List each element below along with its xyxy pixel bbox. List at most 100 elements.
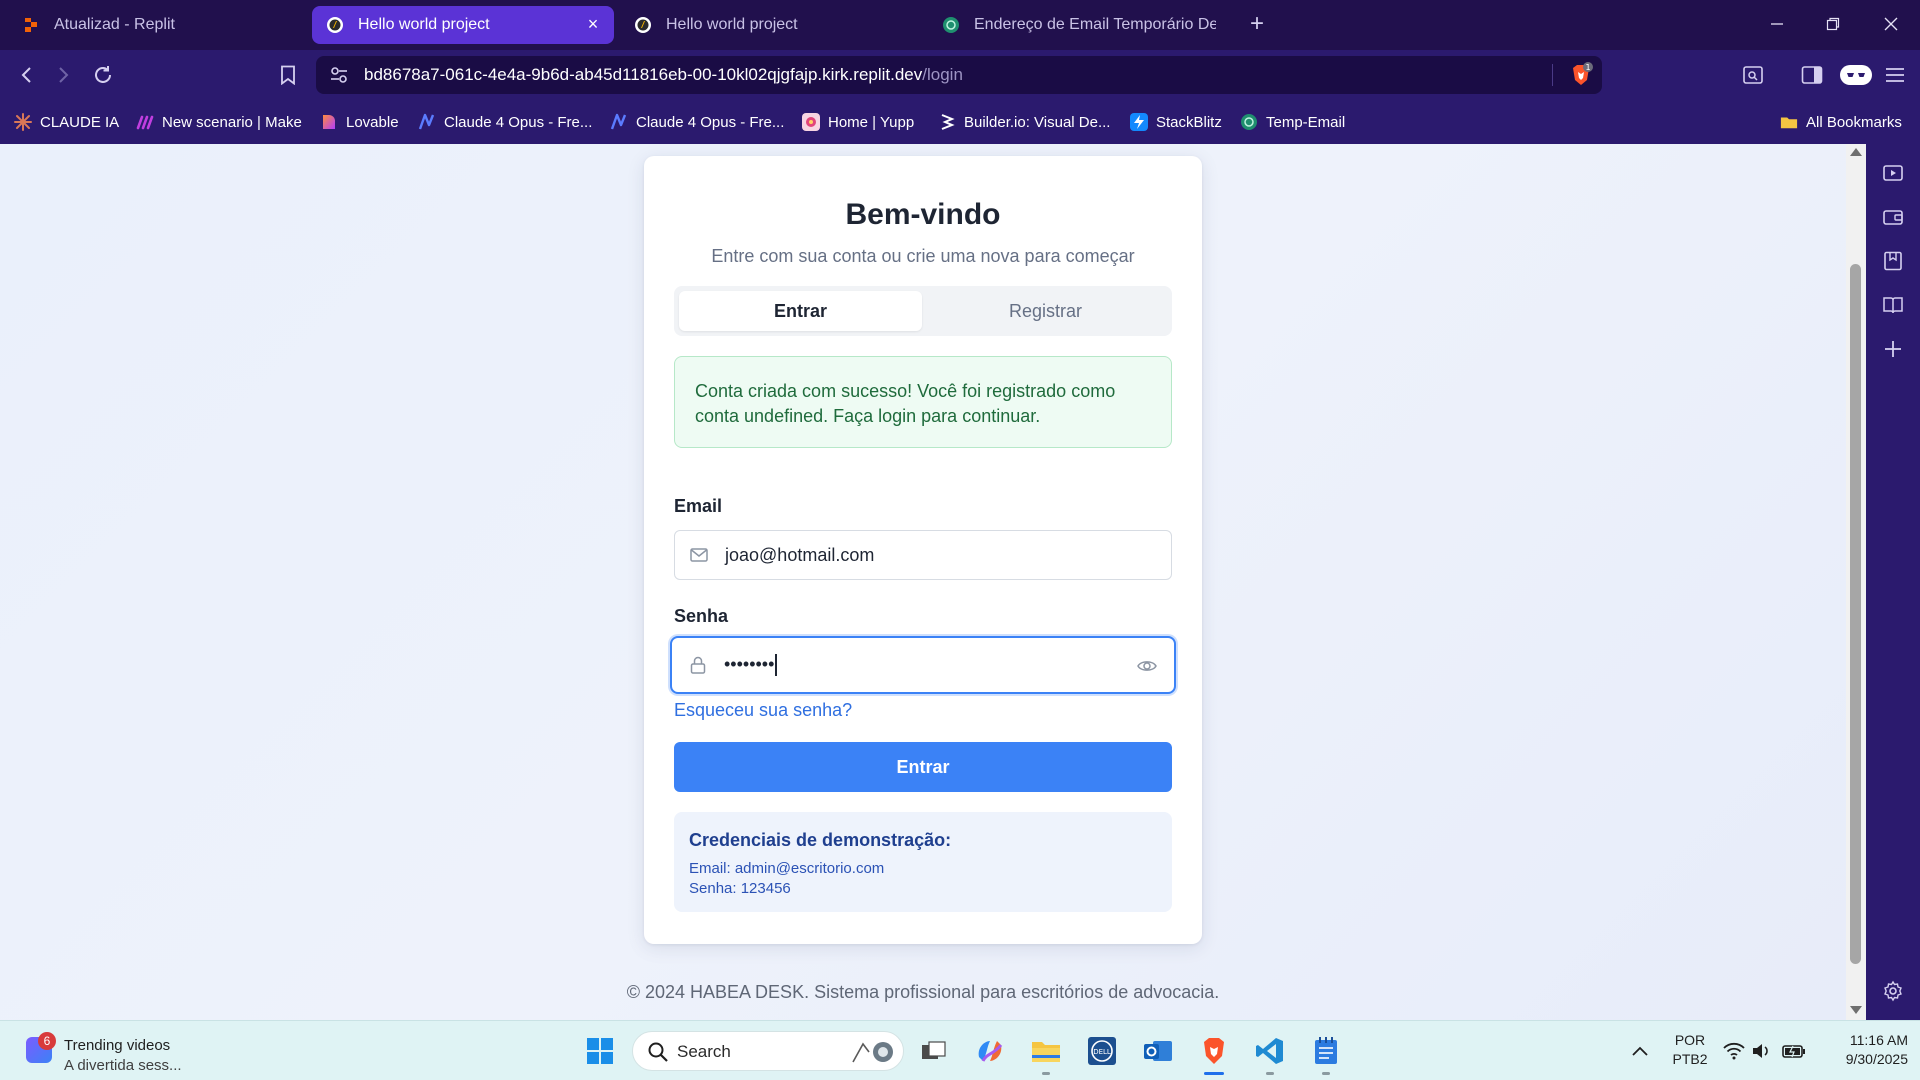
input-language[interactable]: POR PTB2 [1672,1031,1708,1069]
vscode-icon[interactable] [1254,1035,1286,1075]
n-icon [610,113,628,131]
bookmark-label: Home | Yupp [828,113,915,131]
scrollbar-thumb[interactable] [1850,264,1861,964]
windows-taskbar: 6 Trending videos A divertida sess... Se… [0,1020,1920,1080]
close-tab-icon[interactable]: × [584,15,602,33]
browser-tab-hello-world-active[interactable]: Hello world project × [312,6,614,44]
forward-icon[interactable] [48,60,78,90]
claude-icon [14,113,32,131]
copilot-icon[interactable] [974,1035,1006,1067]
page-title: Bem-vindo [845,198,1001,231]
file-explorer-icon[interactable] [1030,1035,1062,1075]
bookmark-yupp[interactable]: Home | Yupp [802,110,914,134]
bookmarks-panel-icon[interactable] [1882,250,1904,272]
bookmarks-bar: CLAUDE IA New scenario | Make Lovable Cl… [0,100,1920,144]
dell-icon[interactable]: DELL [1086,1035,1118,1067]
clock-time: 11:16 AM [1849,1032,1908,1048]
bookmark-stackblitz[interactable]: StackBlitz [1130,110,1222,134]
volume-icon[interactable] [1746,1035,1778,1067]
address-divider [1552,64,1553,86]
windows-start-icon[interactable] [586,1037,614,1065]
widgets-button[interactable]: 6 Trending videos A divertida sess... [26,1029,226,1074]
menu-icon[interactable] [1880,60,1910,90]
bookmark-claude-4-opus-2[interactable]: Claude 4 Opus - Fre... [610,110,784,134]
email-field[interactable]: joao@hotmail.com [674,530,1172,580]
bookmark-label: Lovable [346,113,399,131]
settings-gear-icon[interactable] [1882,980,1904,1002]
bookmark-label: Claude 4 Opus - Fre... [444,113,593,131]
minimize-icon[interactable] [1762,10,1792,40]
forgot-password-link[interactable]: Esqueceu sua senha? [674,700,852,721]
browser-tab-temp-email[interactable]: Endereço de Email Temporário Desca [928,6,1230,44]
shield-count: 1 [1585,63,1590,72]
back-icon[interactable] [12,60,42,90]
new-tab-button[interactable]: + [1243,11,1271,39]
bookmark-builder-io[interactable]: Builder.io: Visual De... [938,110,1110,134]
sidebar-toggle-icon[interactable] [1797,60,1827,90]
tab-login[interactable]: Entrar [679,291,922,331]
demo-credentials: Credenciais de demonstração: Email: admi… [674,812,1172,912]
app-indicator [1266,1072,1274,1075]
bookmark-claude-ia[interactable]: CLAUDE IA [14,110,119,134]
password-field[interactable]: •••••••• [670,636,1176,694]
folder-icon [1780,113,1798,131]
scroll-down-icon[interactable] [1850,1006,1862,1014]
tab-label: Hello world project [666,16,798,33]
lang-line1: POR [1674,1032,1706,1048]
all-bookmarks[interactable]: All Bookmarks [1780,110,1902,134]
brave-shields-icon[interactable]: 1 [1568,62,1594,88]
media-icon[interactable] [1882,162,1904,184]
tab-label: Atualizad - Replit [54,16,175,33]
lock-icon [688,655,708,675]
bookmark-label: New scenario | Make [162,113,302,131]
site-settings-icon[interactable] [328,64,350,86]
add-panel-icon[interactable] [1882,338,1904,360]
demo-title: Credenciais de demonstração: [689,830,952,850]
widget-title: Trending videos [64,1037,171,1054]
restore-icon[interactable] [1818,10,1848,40]
replit-icon [22,16,40,34]
reading-list-icon[interactable] [1882,294,1904,316]
wallet-icon[interactable] [1838,60,1874,90]
browser-tab-replit[interactable]: Atualizad - Replit [8,6,306,44]
bookmark-label: CLAUDE IA [40,113,120,131]
chevron-up-icon[interactable] [1624,1035,1656,1067]
bookmark-temp-email[interactable]: Temp-Email [1240,110,1345,134]
bookmark-label: StackBlitz [1156,113,1222,131]
password-label: Senha [674,606,729,626]
bookmark-claude-4-opus-1[interactable]: Claude 4 Opus - Fre... [418,110,592,134]
system-clock[interactable]: 11:16 AM 9/30/2025 [1818,1031,1908,1069]
bookmark-lovable[interactable]: Lovable [320,110,399,134]
mail-icon [689,545,709,565]
reload-icon[interactable] [88,60,118,90]
url-path: /login [922,65,963,84]
temp-email-icon [1240,113,1258,131]
browser-tab-hello-world[interactable]: Hello world project [620,6,922,44]
success-alert: Conta criada com sucesso! Você foi regis… [674,356,1172,448]
widget-subtitle: A divertida sess... [64,1057,182,1074]
password-value-wrap: •••••••• [724,654,777,677]
leo-ai-icon[interactable] [1738,60,1768,90]
text-caret [775,654,777,677]
password-value: •••••••• [724,654,775,674]
notepad-icon[interactable] [1310,1035,1342,1075]
outlook-icon[interactable] [1142,1035,1174,1067]
taskbar-search[interactable]: Search [632,1031,904,1071]
login-button[interactable]: Entrar [674,742,1172,792]
task-view-icon[interactable] [918,1035,950,1067]
battery-icon[interactable] [1778,1035,1810,1067]
close-window-icon[interactable] [1876,10,1906,40]
wallet-panel-icon[interactable] [1882,206,1904,228]
bookmark-make[interactable]: New scenario | Make [136,110,302,134]
scroll-up-icon[interactable] [1850,148,1862,156]
address-bar[interactable]: bd8678a7-061c-4e4a-9b6d-ab45d11816eb-00-… [316,56,1602,94]
page-scrollbar[interactable] [1846,144,1866,1020]
search-highlight-icon [847,1038,897,1066]
bookmark-icon[interactable] [273,60,303,90]
tab-register[interactable]: Registrar [924,291,1167,331]
url-host: bd8678a7-061c-4e4a-9b6d-ab45d11816eb-00-… [364,65,923,84]
demo-password: Senha: 123456 [689,880,791,897]
app-indicator [1042,1072,1050,1075]
brave-browser-icon[interactable] [1198,1035,1230,1075]
show-password-icon[interactable] [1136,655,1158,677]
